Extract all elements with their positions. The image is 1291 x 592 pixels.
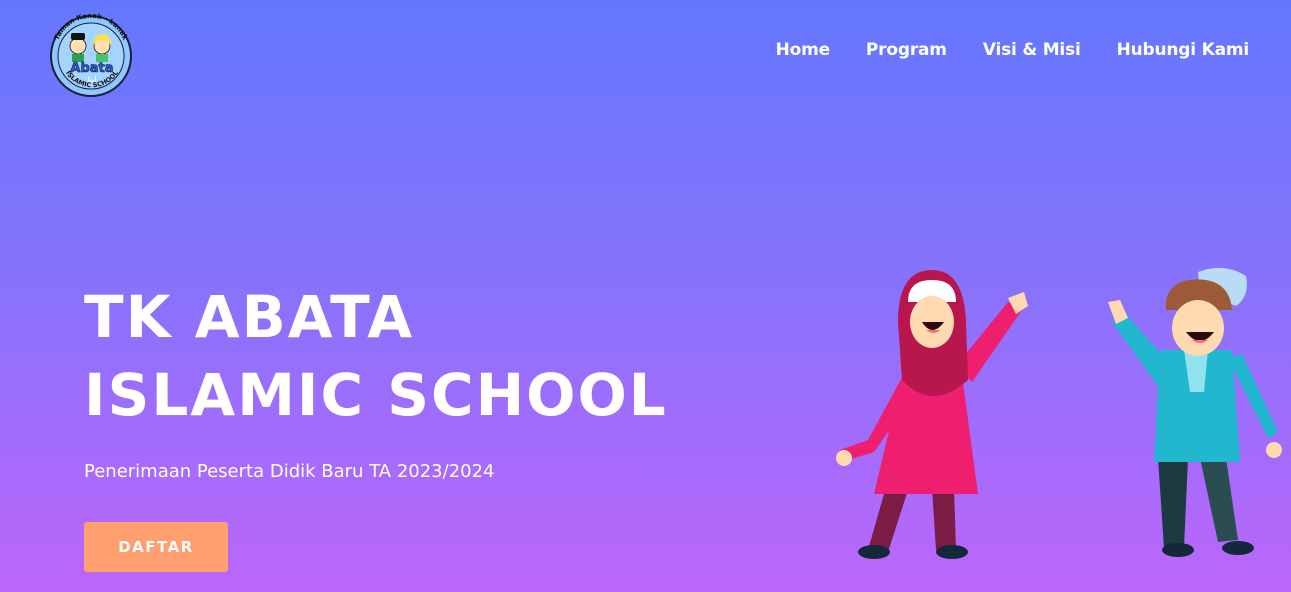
hero-title-line1: TK ABATA [84, 283, 415, 351]
school-logo[interactable]: Abata ابتا Taman Kanak - kanak ISLAMIC S… [44, 6, 138, 100]
nav-program[interactable]: Program [866, 40, 947, 60]
boy-figure [1108, 267, 1282, 557]
hero-title-line2: ISLAMIC SCHOOL [84, 361, 668, 429]
logo-brand: Abata [70, 61, 113, 76]
girl-figure [836, 270, 1028, 559]
nav-home[interactable]: Home [776, 40, 831, 60]
nav-visi-misi[interactable]: Visi & Misi [983, 40, 1081, 60]
main-nav: Home Program Visi & Misi Hubungi Kami [776, 40, 1250, 60]
hero-title: TK ABATA ISLAMIC SCHOOL [84, 278, 668, 434]
nav-hubungi-kami[interactable]: Hubungi Kami [1117, 40, 1250, 60]
daftar-button[interactable]: DAFTAR [84, 522, 228, 572]
hero-section: TK ABATA ISLAMIC SCHOOL [84, 278, 668, 434]
hero-subtitle: Penerimaan Peserta Didik Baru TA 2023/20… [84, 461, 495, 482]
kids-illustration [836, 267, 1282, 559]
